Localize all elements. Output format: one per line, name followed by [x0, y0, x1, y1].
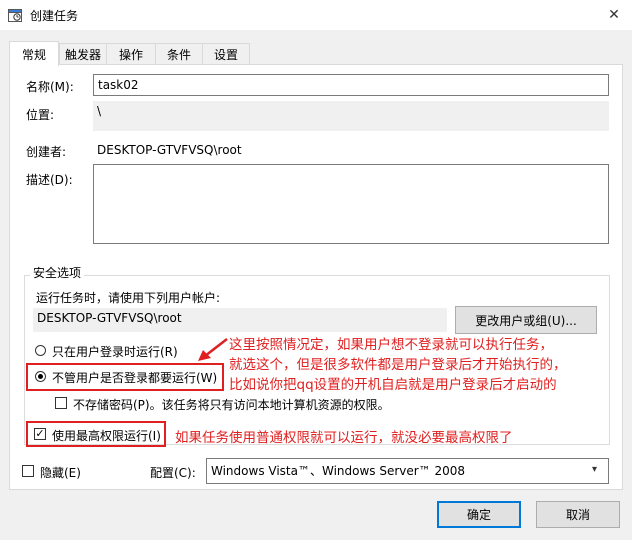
security-options-label: 安全选项	[30, 264, 85, 281]
tab-label: 触发器	[64, 47, 101, 62]
hidden-label[interactable]: 隐藏(E)	[40, 464, 81, 481]
checkmark-icon: ✓	[35, 427, 45, 440]
author-value: DESKTOP-GTVFVSQ\root	[97, 143, 242, 157]
change-user-button[interactable]: 更改用户或组(U)...	[455, 306, 597, 334]
tab-label: 条件	[166, 47, 191, 62]
location-label: 位置:	[26, 108, 55, 122]
account-value: DESKTOP-GTVFVSQ\root	[33, 308, 447, 332]
run-as-label: 运行任务时，请使用下列用户帐户:	[36, 291, 221, 305]
description-label: 描述(D):	[26, 173, 73, 187]
tab-label: 设置	[213, 47, 238, 62]
tab-conditions[interactable]: 条件	[155, 43, 203, 64]
run-logged-on-radio[interactable]	[35, 345, 46, 356]
configure-label: 配置(C):	[150, 466, 196, 480]
hidden-checkbox[interactable]	[22, 465, 34, 477]
highest-privileges-checkbox[interactable]: ✓	[34, 428, 46, 440]
close-button[interactable]: ✕	[596, 0, 632, 30]
tab-actions[interactable]: 操作	[106, 43, 156, 64]
do-not-store-password-checkbox[interactable]	[55, 397, 67, 409]
annotation-line-1: 这里按照情况定，如果用户想不登录就可以执行任务，	[229, 337, 553, 353]
run-logged-on-label[interactable]: 只在用户登录时运行(R)	[52, 343, 178, 360]
location-value: \	[93, 101, 609, 131]
do-not-store-password-label[interactable]: 不存储密码(P)。该任务将只有访问本地计算机资源的权限。	[73, 396, 390, 413]
annotation-line-2: 就选这个，但是很多软件都是用户登录后才开始执行的，	[229, 357, 567, 373]
name-input[interactable]	[93, 74, 609, 96]
description-input[interactable]	[93, 164, 609, 244]
tab-label: 操作	[118, 47, 143, 62]
cancel-button[interactable]: 取消	[536, 501, 620, 528]
title-bar	[0, 0, 632, 30]
tab-label: 常规	[21, 47, 46, 62]
author-label: 创建者:	[26, 145, 67, 159]
tab-triggers[interactable]: 触发器	[59, 43, 107, 64]
run-whether-logged-radio[interactable]	[35, 371, 46, 382]
run-whether-logged-label[interactable]: 不管用户是否登录都要运行(W)	[52, 369, 217, 386]
tab-general[interactable]: 常规	[9, 41, 59, 66]
name-label: 名称(M):	[26, 80, 74, 94]
close-icon: ✕	[608, 7, 620, 23]
red-arrow-icon	[198, 338, 228, 361]
configure-select[interactable]: Windows Vista™、Windows Server™ 2008	[206, 458, 609, 484]
tab-settings[interactable]: 设置	[202, 43, 250, 64]
window-title: 创建任务	[30, 9, 79, 23]
annotation-privilege-note: 如果任务使用普通权限就可以运行，就没必要最高权限了	[175, 430, 513, 446]
highest-privileges-label[interactable]: 使用最高权限运行(I)	[52, 427, 161, 444]
task-scheduler-icon	[8, 9, 22, 22]
annotation-line-3: 比如说你把qq设置的开机自启就是用户登录后才启动的	[229, 377, 557, 393]
ok-button[interactable]: 确定	[437, 501, 521, 528]
